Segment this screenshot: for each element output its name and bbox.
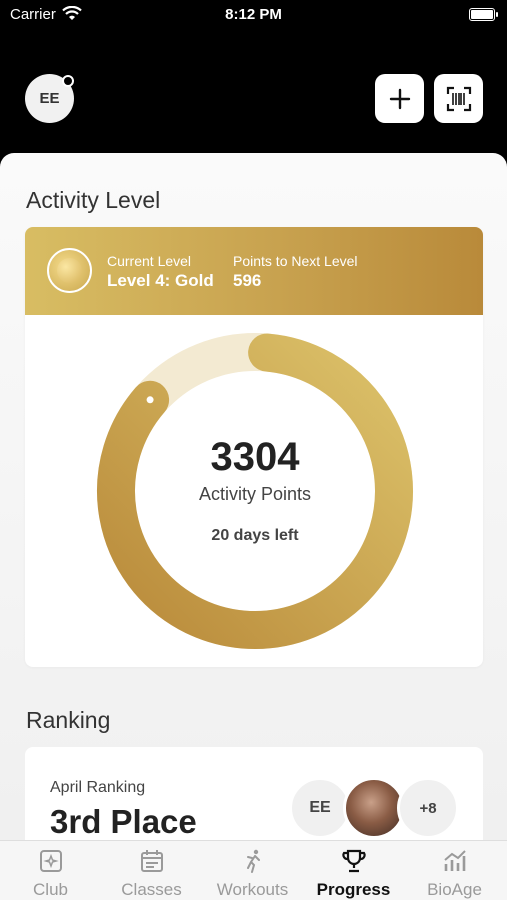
- chart-icon: [444, 850, 466, 871]
- tab-label: Club: [33, 880, 68, 899]
- ranking-section-title: Ranking: [26, 707, 111, 733]
- ranking-avatar-initials: EE: [309, 799, 331, 816]
- clock: 8:12 PM: [225, 6, 282, 23]
- profile-avatar[interactable]: EE: [25, 74, 74, 123]
- tab-label: Progress: [316, 880, 391, 899]
- ranking-avatar-self: EE: [289, 777, 351, 839]
- level-banner: Current Level Level 4: Gold Points to Ne…: [25, 227, 483, 315]
- workout-icon: [247, 849, 260, 873]
- tab-bar: Club Classes Workouts Progress BioAge: [0, 840, 507, 900]
- activity-points-label: Activity Points: [198, 484, 312, 504]
- avatar-initials: EE: [39, 90, 60, 107]
- points-next-label: Points to Next Level: [233, 253, 358, 269]
- calendar-icon: [141, 850, 163, 872]
- activity-card[interactable]: Current Level Level 4: Gold Points to Ne…: [25, 227, 483, 667]
- tab-bioage[interactable]: BioAge: [404, 841, 505, 900]
- ring-center: 3304 Activity Points 20 days left: [95, 331, 415, 651]
- plus-icon: [389, 88, 410, 109]
- current-level-value: Level 4: Gold: [107, 271, 214, 290]
- tab-workouts[interactable]: Workouts: [202, 841, 303, 900]
- trophy-icon: [342, 849, 366, 873]
- ranking-avatar-photo: [343, 777, 405, 839]
- tab-label: Classes: [121, 880, 182, 899]
- ranking-more-count[interactable]: +8: [397, 777, 459, 839]
- activity-section-title: Activity Level: [26, 187, 161, 213]
- notification-dot: [62, 75, 74, 87]
- tab-label: Workouts: [216, 880, 289, 899]
- more-count-label: +8: [419, 799, 437, 817]
- gold-badge-icon: [47, 248, 92, 293]
- top-header: EE: [0, 30, 507, 154]
- tab-club[interactable]: Club: [0, 841, 101, 900]
- tab-label: BioAge: [427, 880, 482, 899]
- ranking-place-value: 3rd Place: [50, 803, 197, 840]
- barcode-scan-icon: [446, 86, 471, 111]
- add-button[interactable]: [375, 74, 424, 123]
- scan-button[interactable]: [434, 74, 483, 123]
- battery-icon: [469, 8, 498, 21]
- points-next-value: 596: [233, 271, 262, 290]
- days-left-label: 20 days left: [211, 527, 299, 544]
- tab-classes[interactable]: Classes: [101, 841, 202, 900]
- status-bar: Carrier 8:12 PM: [0, 0, 507, 30]
- tab-progress[interactable]: Progress: [303, 841, 404, 900]
- ranking-period-label: April Ranking: [50, 779, 146, 796]
- current-level-label: Current Level: [107, 253, 192, 269]
- activity-points-value: 3304: [210, 435, 300, 479]
- content-sheet[interactable]: Activity Level Current Level Level 4: Go…: [0, 153, 507, 900]
- club-icon: [40, 850, 62, 872]
